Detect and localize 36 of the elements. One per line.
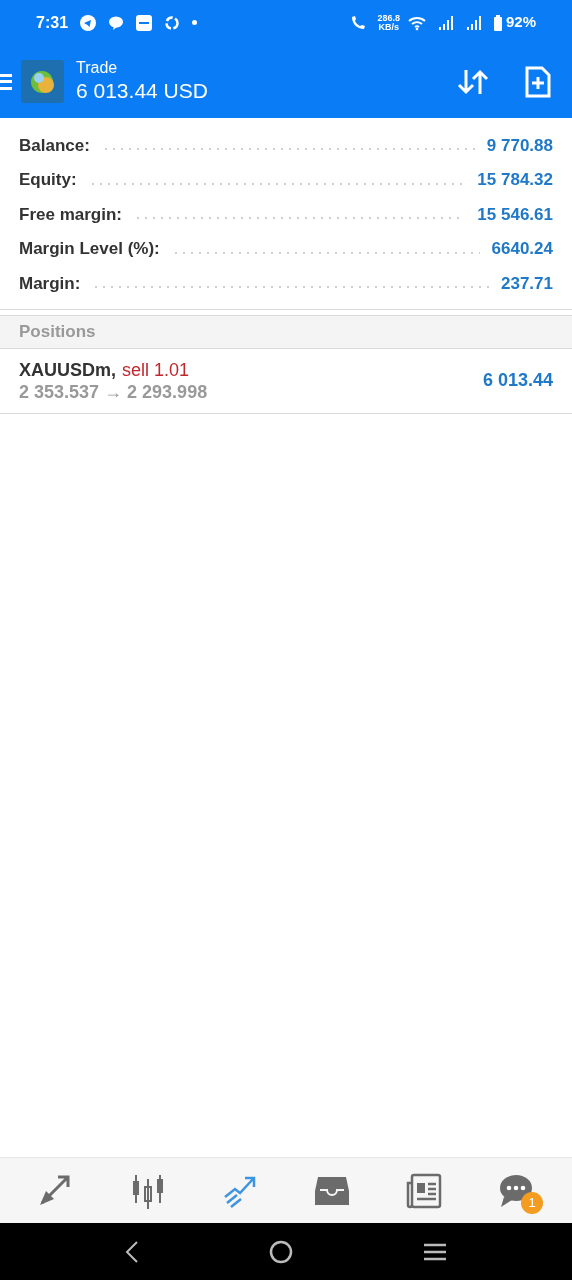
wifi-icon: [407, 14, 426, 31]
screen-title: Trade: [76, 58, 119, 79]
candlestick-icon: [130, 1172, 166, 1209]
chat-bubble-icon: [108, 14, 125, 31]
sync-icon: [164, 14, 181, 31]
notification-badge: 1: [521, 1191, 543, 1214]
status-time: 7:31: [36, 12, 69, 33]
summary-value: 237.71: [501, 272, 553, 295]
recents-icon[interactable]: [423, 1242, 447, 1261]
home-icon[interactable]: [269, 1239, 293, 1264]
summary-label: Balance:: [19, 134, 90, 157]
account-total: 6 013.44 USD: [76, 78, 208, 105]
back-icon[interactable]: [125, 1240, 139, 1263]
summary-label: Free margin:: [19, 203, 122, 226]
position-profit: 6 013.44: [482, 369, 553, 392]
battery-icon: [493, 14, 502, 31]
position-row[interactable]: XAUUSDm, sell 1.01 2 353.537 → 2 293.998 6 013.44: [0, 348, 572, 414]
summary-label: Margin:: [19, 272, 81, 295]
app-icon: [136, 14, 153, 31]
network-speed: 286.8: [377, 13, 400, 23]
summary-value: 9 770.88: [486, 134, 553, 157]
summary-label: Equity:: [19, 169, 77, 191]
summary-value: 6640.24: [491, 238, 553, 260]
section-header: Positions: [19, 320, 96, 343]
newspaper-icon: [406, 1172, 442, 1209]
position-prices: 2 353.537 → 2 293.998: [19, 380, 209, 403]
signal-icon: [465, 14, 482, 31]
summary-value: 15 784.32: [477, 169, 553, 191]
battery-level: 92%: [505, 12, 536, 33]
signal-icon: [437, 14, 454, 31]
position-symbol: XAUUSDm,: [19, 358, 116, 381]
network-speed-unit: KB/s: [378, 22, 399, 32]
position-order: sell 1.01: [122, 358, 190, 381]
app-logo-icon: [21, 60, 64, 103]
summary-label: Margin Level (%):: [19, 238, 160, 260]
summary-value: 15 546.61: [477, 203, 553, 226]
